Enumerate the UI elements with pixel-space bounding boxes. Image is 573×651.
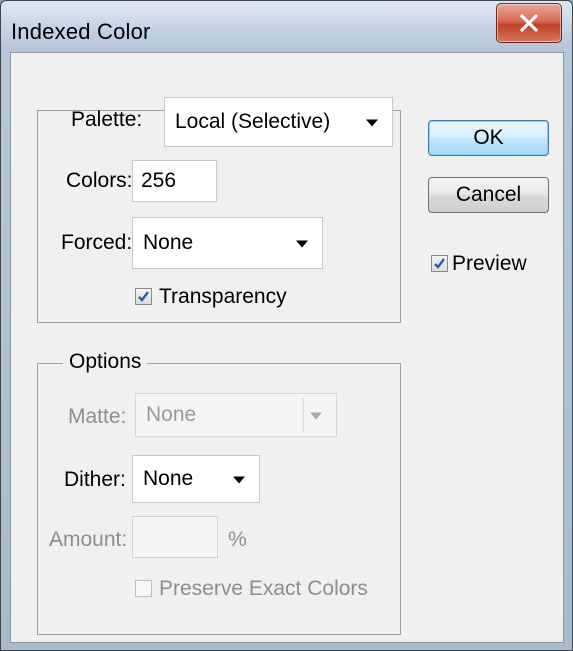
dither-select[interactable]: None xyxy=(132,455,260,503)
palette-select[interactable]: Local (Selective) xyxy=(164,97,393,147)
amount-field xyxy=(132,516,218,558)
amount-label: Amount: xyxy=(49,528,128,551)
palette-value: Local (Selective) xyxy=(175,110,331,133)
chevron-down-icon xyxy=(310,412,322,420)
dialog-title: Indexed Color xyxy=(11,19,151,44)
indexed-color-dialog: Indexed Color Palette: Local (Selective)… xyxy=(0,0,573,651)
dialog-body: Palette: Local (Selective) Colors: 256 F… xyxy=(10,52,564,643)
transparency-checkbox[interactable] xyxy=(135,288,152,305)
palette-label: Palette: xyxy=(71,108,143,131)
preserve-exact-colors-checkbox xyxy=(135,580,152,597)
matte-label: Matte: xyxy=(68,405,127,428)
title-bar[interactable]: Indexed Color xyxy=(1,1,572,51)
cancel-button[interactable]: Cancel xyxy=(428,177,549,213)
cancel-button-label: Cancel xyxy=(455,183,522,206)
amount-unit: % xyxy=(228,528,247,551)
colors-field[interactable]: 256 xyxy=(132,160,217,202)
chevron-down-icon xyxy=(296,240,308,248)
close-button[interactable] xyxy=(496,3,562,43)
transparency-label: Transparency xyxy=(159,285,287,308)
matte-select: None xyxy=(135,393,337,437)
forced-value: None xyxy=(143,231,194,254)
options-legend: Options xyxy=(63,350,148,374)
dither-value: None xyxy=(143,467,194,490)
dither-label: Dither: xyxy=(64,468,126,491)
select-divider xyxy=(303,398,304,432)
ok-button-label: OK xyxy=(473,126,504,149)
forced-label: Forced: xyxy=(61,231,133,254)
ok-button[interactable]: OK xyxy=(428,120,549,156)
forced-select[interactable]: None xyxy=(132,217,323,269)
preview-checkbox[interactable] xyxy=(431,255,448,272)
chevron-down-icon xyxy=(366,119,378,127)
preview-label: Preview xyxy=(452,252,527,275)
checkmark-icon xyxy=(434,258,445,269)
matte-value: None xyxy=(146,403,197,426)
checkmark-icon xyxy=(138,291,149,302)
chevron-down-icon xyxy=(233,476,245,484)
preserve-exact-colors-label: Preserve Exact Colors xyxy=(159,577,368,600)
colors-value: 256 xyxy=(141,169,177,192)
colors-label: Colors: xyxy=(66,169,133,192)
close-icon xyxy=(520,14,538,32)
